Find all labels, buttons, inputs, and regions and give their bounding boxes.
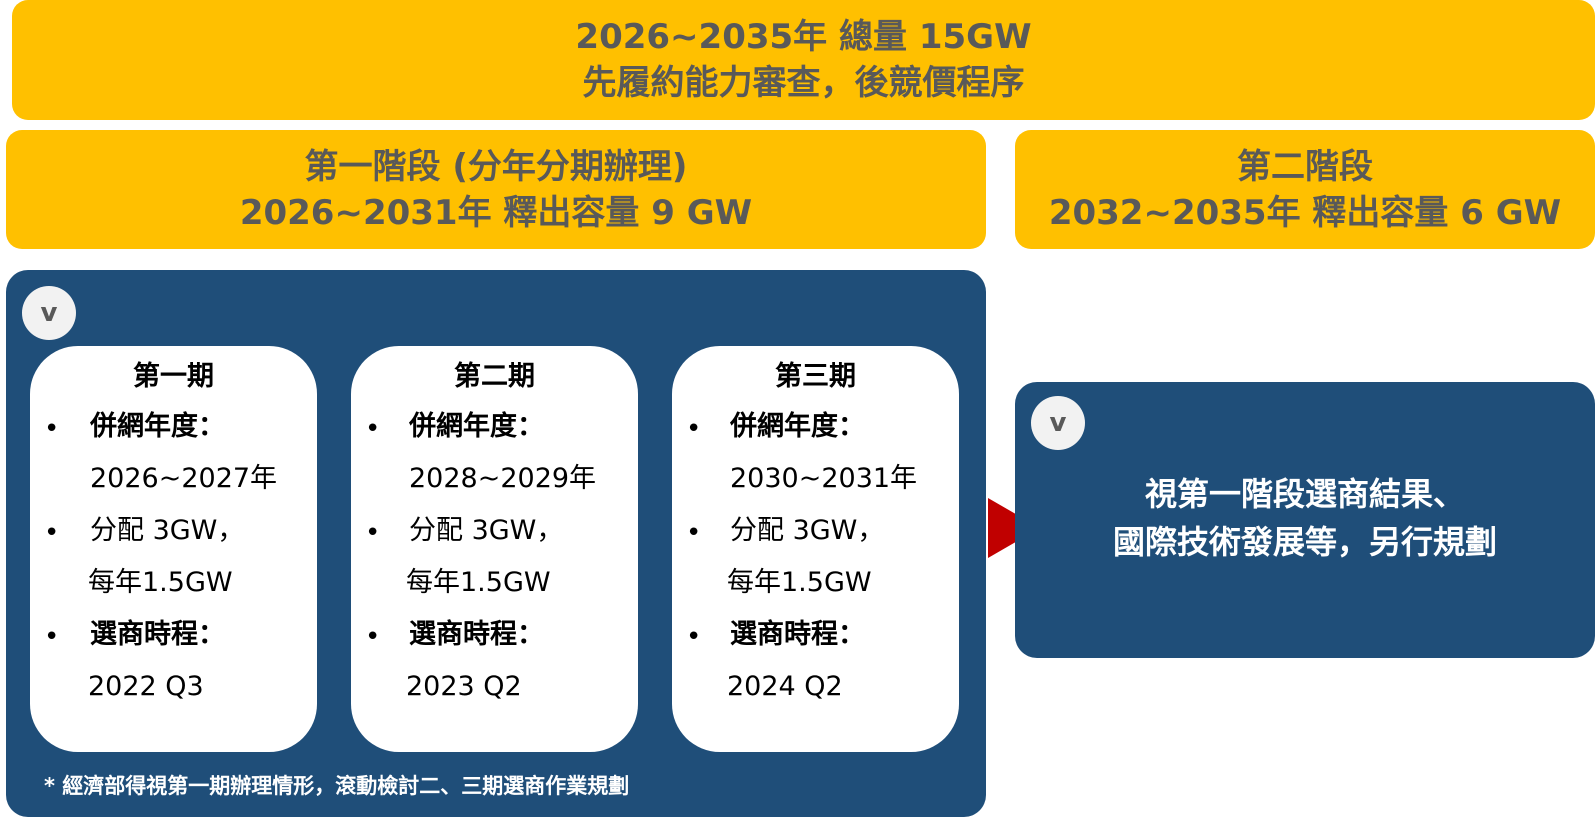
grid-year-value: 2028~2029年 [409, 463, 597, 494]
schedule-value: 2023 Q2 [406, 671, 522, 702]
total-capacity-banner: 2026~2035年 總量 15GW 先履約能力審查，後競價程序 [12, 0, 1595, 120]
check-mark-icon: v [22, 286, 76, 340]
schedule-value: 2022 Q3 [88, 671, 204, 702]
grid-year-value: 2030~2031年 [730, 463, 918, 494]
bullet-icon: • [686, 414, 702, 444]
period-card-1: 第一期 • 併網年度： 2026~2027年 • 分配 3GW， 每年1.5GW… [30, 346, 317, 752]
footnote: * 經濟部得視第一期辦理情形，滾動檢討二、三期選商作業規劃 [44, 774, 630, 798]
period-card-2: 第二期 • 併網年度： 2028~2029年 • 分配 3GW， 每年1.5GW… [351, 346, 638, 752]
schedule-label: 選商時程： [730, 619, 865, 650]
phase2-title: 第二階段 [1237, 146, 1373, 187]
phase1-panel: v 第一期 • 併網年度： 2026~2027年 • 分配 3GW， 每年1.5… [6, 270, 986, 817]
phase2-capacity: 2032~2035年 釋出容量 6 GW [1048, 192, 1562, 233]
phase1-title: 第一階段 (分年分期辦理) [304, 146, 688, 187]
schedule-value: 2024 Q2 [727, 671, 843, 702]
allocation-per-year: 每年1.5GW [727, 567, 872, 598]
period-title: 第三期 [775, 361, 856, 392]
period-card-3: 第三期 • 併網年度： 2030~2031年 • 分配 3GW， 每年1.5GW… [672, 346, 959, 752]
period-title: 第二期 [454, 361, 535, 392]
bullet-icon: • [44, 518, 60, 548]
bullet-icon: • [365, 622, 381, 652]
phase2-description-line2: 國際技術發展等，另行規劃 [1112, 523, 1497, 561]
total-capacity-title: 2026~2035年 總量 15GW [575, 17, 1032, 57]
allocation-label: 分配 3GW， [730, 515, 885, 546]
bullet-icon: • [686, 622, 702, 652]
phase1-banner: 第一階段 (分年分期辦理) 2026~2031年 釋出容量 9 GW [6, 130, 986, 249]
bullet-icon: • [365, 414, 381, 444]
check-mark-icon: v [1031, 396, 1085, 450]
total-capacity-subtitle: 先履約能力審查，後競價程序 [582, 63, 1025, 103]
grid-year-value: 2026~2027年 [90, 463, 278, 494]
phase2-banner: 第二階段 2032~2035年 釋出容量 6 GW [1015, 130, 1595, 249]
phase2-panel: v 視第一階段選商結果、 國際技術發展等，另行規劃 [1015, 382, 1595, 658]
phase1-capacity: 2026~2031年 釋出容量 9 GW [239, 192, 753, 233]
bullet-icon: • [686, 518, 702, 548]
phase2-description: 視第一階段選商結果、 國際技術發展等，另行規劃 [1015, 470, 1595, 566]
phase2-description-line1: 視第一階段選商結果、 [1144, 475, 1465, 513]
allocation-label: 分配 3GW， [409, 515, 564, 546]
grid-year-label: 併網年度： [730, 411, 865, 442]
allocation-label: 分配 3GW， [90, 515, 245, 546]
grid-year-label: 併網年度： [90, 411, 225, 442]
bullet-icon: • [365, 518, 381, 548]
allocation-per-year: 每年1.5GW [88, 567, 233, 598]
period-title: 第一期 [133, 361, 214, 392]
bullet-icon: • [44, 622, 60, 652]
bullet-icon: • [44, 414, 60, 444]
allocation-per-year: 每年1.5GW [406, 567, 551, 598]
schedule-label: 選商時程： [90, 619, 225, 650]
schedule-label: 選商時程： [409, 619, 544, 650]
grid-year-label: 併網年度： [409, 411, 544, 442]
